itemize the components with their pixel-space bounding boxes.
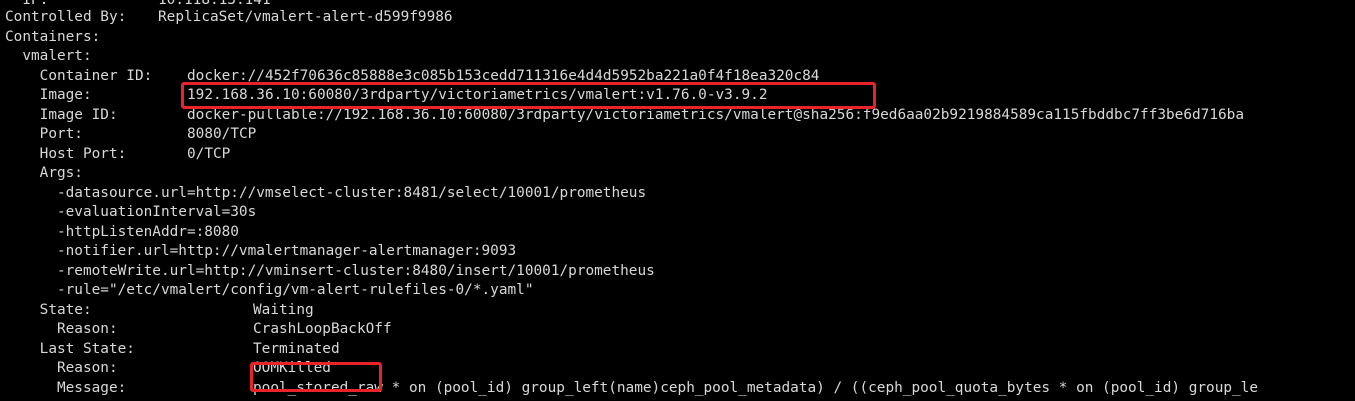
port-label: Port: bbox=[5, 126, 83, 142]
image-id-label: Image ID: bbox=[5, 106, 118, 123]
arg-rule: -rule="/etc/vmalert/config/vm-alert-rule… bbox=[5, 282, 534, 298]
controlled-by-label: Controlled By: bbox=[5, 9, 127, 25]
args-line: Args: bbox=[5, 164, 83, 184]
image-value: 192.168.36.10:60080/3rdparty/victoriamet… bbox=[187, 87, 768, 103]
state-label: State: bbox=[5, 301, 92, 318]
image-id-value: docker-pullable://192.168.36.10:60080/3r… bbox=[187, 106, 1244, 123]
container-id-value: docker://452f70636c85888e3c085b153cedd71… bbox=[187, 67, 820, 84]
arg-line: -evaluationInterval=30s bbox=[5, 203, 256, 223]
last-state-label: Last State: bbox=[5, 340, 135, 357]
image-id-line: Image ID: docker-pullable://192.168.36.1… bbox=[5, 106, 1244, 126]
arg-evaluation-interval: -evaluationInterval=30s bbox=[5, 204, 257, 220]
image-line: Image: 192.168.36.10:60080/3rdparty/vict… bbox=[5, 86, 768, 106]
port-line: Port: 8080/TCP bbox=[5, 125, 257, 145]
arg-remote-write-url: -remoteWrite.url=http://vminsert-cluster… bbox=[5, 262, 655, 279]
last-state-message-label: Message: bbox=[5, 379, 127, 396]
state-reason-value: CrashLoopBackOff bbox=[253, 321, 392, 337]
controlled-by-value: ReplicaSet/vmalert-alert-d599f9986 bbox=[158, 9, 453, 25]
arg-line: -notifier.url=http://vmalertmanager-aler… bbox=[5, 242, 516, 262]
container-name-label: vmalert: bbox=[5, 48, 92, 64]
arg-line: -datasource.url=http://vmselect-cluster:… bbox=[5, 184, 646, 204]
terminal-window[interactable]: IP: 10.118.13.141 Controlled By: Replica… bbox=[0, 0, 1355, 401]
last-state-reason-label: Reason: bbox=[5, 360, 118, 376]
host-port-line: Host Port: 0/TCP bbox=[5, 145, 231, 165]
state-reason-label: Reason: bbox=[5, 321, 118, 337]
last-state-line: Last State: Terminated bbox=[5, 340, 340, 360]
arg-line: -remoteWrite.url=http://vminsert-cluster… bbox=[5, 262, 655, 282]
last-state-message-line: Message: pool_stored_raw * on (pool_id) … bbox=[5, 379, 1258, 399]
image-label: Image: bbox=[5, 87, 92, 103]
containers-line: Containers: bbox=[5, 28, 100, 48]
state-reason-line: Reason: CrashLoopBackOff bbox=[5, 320, 392, 340]
arg-notifier-url: -notifier.url=http://vmalertmanager-aler… bbox=[5, 243, 517, 259]
last-state-reason-line: Reason: OOMKilled bbox=[5, 359, 331, 379]
controlled-by-line: Controlled By: ReplicaSet/vmalert-alert-… bbox=[5, 8, 453, 28]
arg-line: -rule="/etc/vmalert/config/vm-alert-rule… bbox=[5, 281, 534, 301]
arg-http-listen-addr: -httpListenAddr=:8080 bbox=[5, 223, 239, 240]
last-state-message-value: pool_stored_raw * on (pool_id) group_lef… bbox=[253, 379, 1259, 396]
container-id-label: Container ID: bbox=[5, 67, 153, 84]
last-state-reason-value: OOMKilled bbox=[253, 360, 331, 376]
arg-datasource-url: -datasource.url=http://vmselect-cluster:… bbox=[5, 184, 647, 201]
containers-label: Containers: bbox=[5, 28, 101, 45]
host-port-value: 0/TCP bbox=[187, 145, 231, 162]
last-state-value: Terminated bbox=[253, 340, 340, 357]
args-label: Args: bbox=[5, 165, 83, 181]
state-line: State: Waiting bbox=[5, 301, 314, 321]
container-id-line: Container ID: docker://452f70636c85888e3… bbox=[5, 67, 820, 87]
port-value: 8080/TCP bbox=[187, 126, 257, 142]
arg-line: -httpListenAddr=:8080 bbox=[5, 223, 239, 243]
container-name-line: vmalert: bbox=[5, 47, 91, 67]
host-port-label: Host Port: bbox=[5, 145, 127, 162]
state-value: Waiting bbox=[253, 301, 314, 318]
